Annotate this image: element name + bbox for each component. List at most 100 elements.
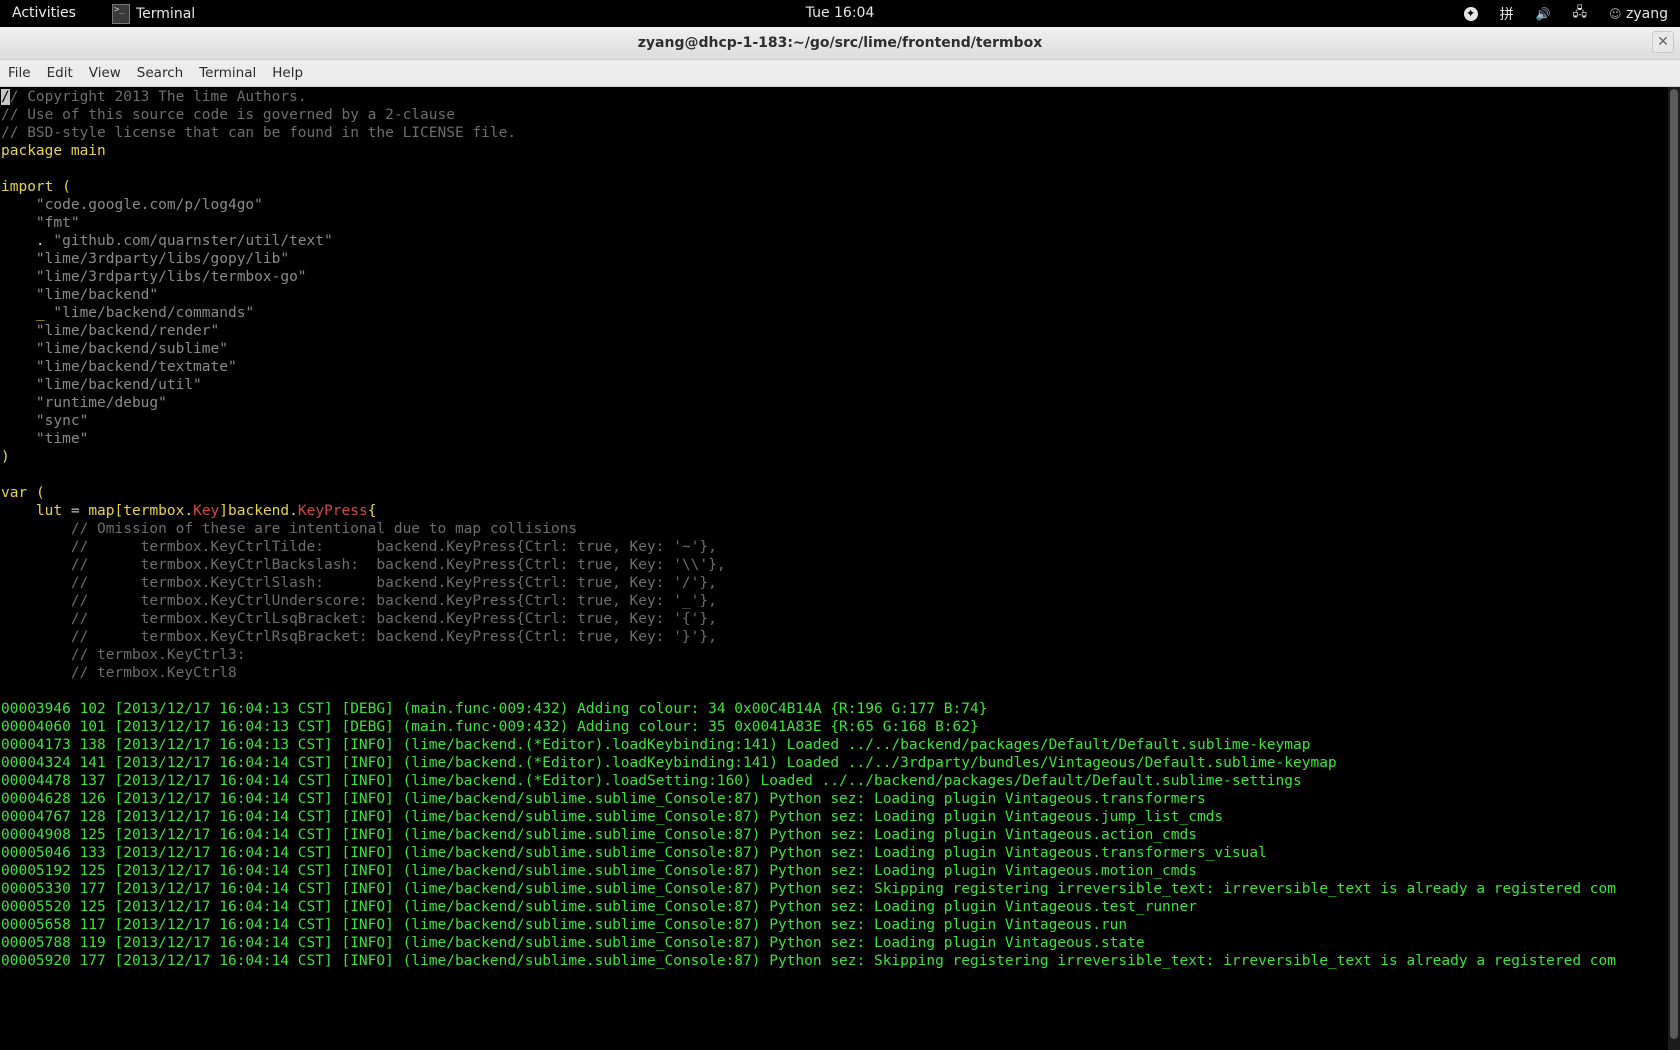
code-token: "github.com/quarnster/util/text"	[44, 233, 333, 249]
code-token: "lime/backend/textmate"	[1, 359, 237, 375]
source-line: "lime/backend/textmate"	[1, 358, 1668, 376]
log-line: 00004324 141 [2013/12/17 16:04:14 CST] […	[1, 755, 1337, 771]
code-token: var	[1, 485, 28, 501]
code-token: "lime/backend/sublime"	[1, 341, 228, 357]
terminal-output: // Copyright 2013 The lime Authors.// Us…	[0, 87, 1668, 970]
terminal-scrollbar[interactable]	[1668, 87, 1680, 1050]
menu-file[interactable]: File	[0, 65, 39, 81]
source-line: "lime/backend/render"	[1, 322, 1668, 340]
source-line: . "github.com/quarnster/util/text"	[1, 232, 1668, 250]
code-token: / Copyright 2013 The lime Authors.	[9, 89, 307, 105]
source-line: "fmt"	[1, 214, 1668, 232]
log-line: 00005192 125 [2013/12/17 16:04:14 CST] […	[1, 863, 1197, 879]
source-line: "lime/3rdparty/libs/termbox-go"	[1, 268, 1668, 286]
source-line: // termbox.KeyCtrlBackslash: backend.Key…	[1, 556, 1668, 574]
source-line: _ "lime/backend/commands"	[1, 304, 1668, 322]
log-line: 00005788 119 [2013/12/17 16:04:14 CST] […	[1, 935, 1145, 951]
code-token: /	[1, 89, 10, 105]
source-line: // Copyright 2013 The lime Authors.	[1, 88, 1668, 106]
source-line: var (	[1, 484, 1668, 502]
code-token: KeyPress	[297, 503, 368, 519]
code-token: Key	[193, 503, 220, 519]
source-line: // BSD-style license that can be found i…	[1, 124, 1668, 142]
code-token: // Omission of these are intentional due…	[1, 521, 578, 537]
user-icon: ☺	[1609, 6, 1622, 21]
source-line: // termbox.KeyCtrl8	[1, 664, 1668, 682]
log-line: 00005658 117 [2013/12/17 16:04:14 CST] […	[1, 917, 1128, 933]
code-token: termbox.	[123, 503, 194, 519]
code-token: "fmt"	[1, 215, 80, 231]
input-method-icon[interactable]: 拼	[1500, 4, 1514, 24]
status-area: ✦ 拼 🔊 🖧 ☺ zyang	[1463, 0, 1680, 27]
log-line: 00004060 101 [2013/12/17 16:04:13 CST] […	[1, 719, 979, 735]
source-line: "runtime/debug"	[1, 394, 1668, 412]
source-line: // termbox.KeyCtrlSlash: backend.KeyPres…	[1, 574, 1668, 592]
log-line: 00004173 138 [2013/12/17 16:04:13 CST] […	[1, 737, 1311, 753]
code-token: // termbox.KeyCtrl3:	[1, 647, 246, 663]
accessibility-icon[interactable]: ✦	[1463, 6, 1478, 21]
code-token: {	[367, 503, 377, 519]
source-line: // termbox.KeyCtrl3:	[1, 646, 1668, 664]
menu-view[interactable]: View	[81, 65, 129, 81]
source-line: // termbox.KeyCtrlUnderscore: backend.Ke…	[1, 592, 1668, 610]
source-line: "time"	[1, 430, 1668, 448]
code-token: "lime/3rdparty/libs/termbox-go"	[1, 269, 307, 285]
source-line: // Use of this source code is governed b…	[1, 106, 1668, 124]
menu-edit[interactable]: Edit	[39, 65, 81, 81]
window-titlebar[interactable]: zyang@dhcp-1-183:~/go/src/lime/frontend/…	[0, 27, 1680, 60]
source-line	[1, 160, 1668, 178]
menu-search[interactable]: Search	[129, 65, 191, 81]
source-line: "sync"	[1, 412, 1668, 430]
code-token: // BSD-style license that can be found i…	[1, 125, 517, 141]
code-token: _	[1, 305, 45, 321]
code-token: // Use of this source code is governed b…	[1, 107, 455, 123]
log-line: 00004478 137 [2013/12/17 16:04:14 CST] […	[1, 773, 1302, 789]
code-token: .	[1, 233, 45, 249]
source-line: import (	[1, 178, 1668, 196]
source-line: lut = map[termbox.Key]backend.KeyPress{	[1, 502, 1668, 520]
source-line: "lime/3rdparty/libs/gopy/lib"	[1, 250, 1668, 268]
source-line	[1, 466, 1668, 484]
log-line: 00003946 102 [2013/12/17 16:04:13 CST] […	[1, 701, 988, 717]
code-token: // termbox.KeyCtrlRsqBracket: backend.Ke…	[1, 629, 717, 645]
user-menu[interactable]: ☺ zyang	[1609, 6, 1668, 22]
source-line	[1, 682, 1668, 700]
terminal-view[interactable]: // Copyright 2013 The lime Authors.// Us…	[0, 87, 1668, 1050]
volume-icon[interactable]: 🔊	[1536, 7, 1551, 21]
code-token: "lime/backend/util"	[1, 377, 202, 393]
close-icon[interactable]: ✕	[1652, 31, 1674, 53]
code-token: (	[35, 485, 45, 501]
scrollbar-thumb[interactable]	[1670, 89, 1678, 1039]
code-token: "lime/backend"	[1, 287, 159, 303]
code-token: // termbox.KeyCtrlUnderscore: backend.Ke…	[1, 593, 717, 609]
code-token: map	[88, 503, 115, 519]
log-line: 00005330 177 [2013/12/17 16:04:14 CST] […	[1, 881, 1617, 897]
network-icon[interactable]: 🖧	[1573, 3, 1588, 25]
menu-bar: File Edit View Search Terminal Help	[0, 60, 1680, 87]
menu-terminal[interactable]: Terminal	[191, 65, 264, 81]
source-line: // termbox.KeyCtrlRsqBracket: backend.Ke…	[1, 628, 1668, 646]
code-token: "time"	[1, 431, 89, 447]
source-line: // termbox.KeyCtrlTilde: backend.KeyPres…	[1, 538, 1668, 556]
code-token: // termbox.KeyCtrlTilde: backend.KeyPres…	[1, 539, 717, 555]
source-line: )	[1, 448, 1668, 466]
source-line: // termbox.KeyCtrlLsqBracket: backend.Ke…	[1, 610, 1668, 628]
code-token: "lime/3rdparty/libs/gopy/lib"	[1, 251, 290, 267]
source-line: package main	[1, 142, 1668, 160]
code-token: // termbox.KeyCtrlLsqBracket: backend.Ke…	[1, 611, 717, 627]
clock[interactable]: Tue 16:04	[0, 5, 1680, 21]
code-token: lut	[1, 503, 63, 519]
code-token: "runtime/debug"	[1, 395, 167, 411]
source-line: "lime/backend/util"	[1, 376, 1668, 394]
log-line: 00005920 177 [2013/12/17 16:04:14 CST] […	[1, 953, 1617, 969]
code-token: =	[62, 503, 89, 519]
code-token: main	[70, 143, 106, 159]
menu-help[interactable]: Help	[264, 65, 311, 81]
code-token: "lime/backend/commands"	[44, 305, 255, 321]
source-line: "code.google.com/p/log4go"	[1, 196, 1668, 214]
code-token: import	[1, 179, 54, 195]
log-line: 00004908 125 [2013/12/17 16:04:14 CST] […	[1, 827, 1197, 843]
